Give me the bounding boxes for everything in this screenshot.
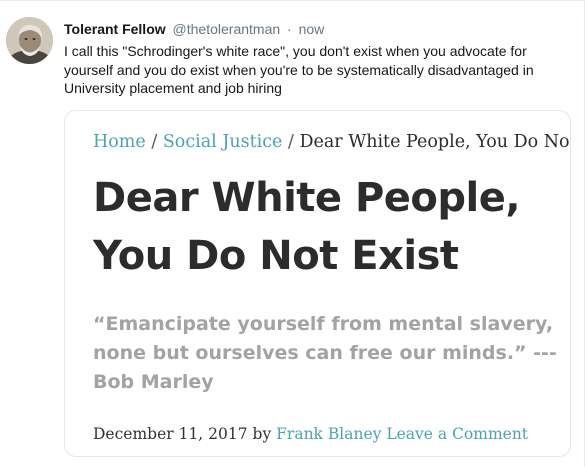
article-headline: Dear White People, You Do Not Exist	[93, 175, 521, 279]
breadcrumb-separator: /	[151, 132, 158, 152]
display-name[interactable]: Tolerant Fellow	[64, 21, 166, 37]
avatar[interactable]	[6, 17, 53, 64]
tweet-header: Tolerant Fellow @thetolerantman · now	[64, 20, 324, 39]
article-date: December 11, 2017	[93, 425, 248, 443]
top-divider	[0, 0, 585, 1]
link-preview-card[interactable]: Home / Social Justice / Dear White Peopl…	[64, 110, 571, 457]
leave-comment-link[interactable]: Leave a Comment	[386, 425, 528, 443]
tweet-timestamp[interactable]: now	[299, 21, 325, 37]
avatar-portrait-icon	[6, 17, 53, 64]
article-byline: December 11, 2017 by Frank Blaney Leave …	[93, 423, 528, 445]
breadcrumb-current: Dear White People, You Do Not ...	[299, 132, 569, 152]
tweet-text: I call this "Schrodinger's white race", …	[64, 43, 534, 96]
user-handle[interactable]: @thetolerantman	[173, 21, 281, 37]
breadcrumb-separator: /	[287, 132, 294, 152]
breadcrumb-category-link[interactable]: Social Justice	[163, 132, 283, 152]
author-link[interactable]: Frank Blaney	[276, 425, 381, 443]
byline-by: by	[252, 425, 272, 443]
breadcrumb-home-link[interactable]: Home	[93, 132, 146, 152]
article-quote: “Emancipate yourself from mental slavery…	[93, 313, 557, 393]
breadcrumb: Home / Social Justice / Dear White Peopl…	[93, 130, 569, 154]
separator-dot: ·	[287, 21, 292, 37]
